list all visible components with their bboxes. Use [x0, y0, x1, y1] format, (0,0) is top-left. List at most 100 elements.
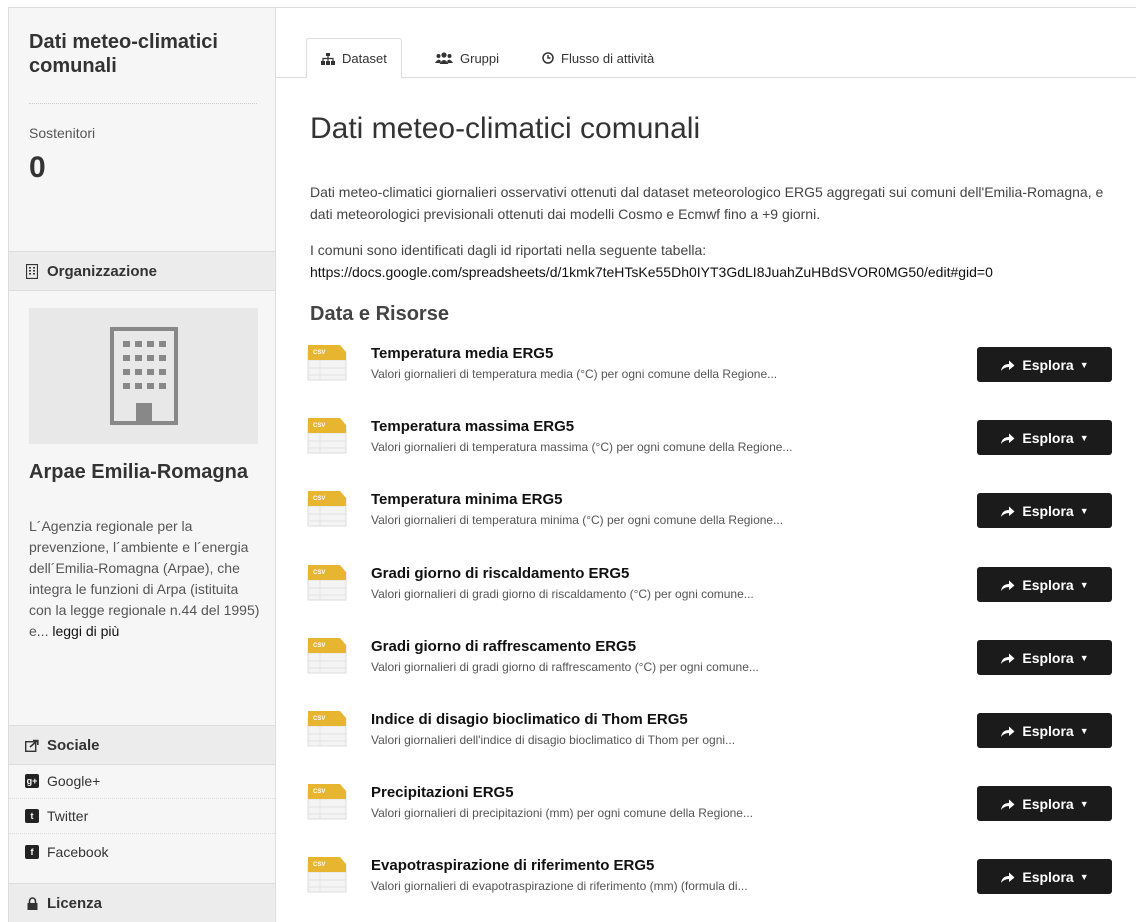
- resource-description: Valori giornalieri di gradi giorno di ri…: [371, 587, 754, 601]
- explore-button-label: Esplora: [1022, 502, 1074, 519]
- resource-item[interactable]: CSV Temperatura minima ERG5 Valori giornal…: [306, 488, 1114, 548]
- tab-activity-stream-label: Flusso di attività: [561, 50, 655, 66]
- explore-button[interactable]: Esplora ▼: [977, 786, 1112, 821]
- csv-file-icon: CSV: [307, 711, 347, 747]
- resource-description: Valori giornalieri di gradi giorno di ra…: [371, 660, 759, 674]
- csv-file-icon-label: CSV: [313, 350, 325, 356]
- csv-file-icon: CSV: [307, 418, 347, 454]
- organization-name[interactable]: Arpae Emilia-Romagna: [29, 460, 259, 485]
- caret-down-icon: ▼: [1079, 505, 1089, 516]
- caret-down-icon: ▼: [1079, 579, 1089, 590]
- dataset-description-ids: I comuni sono identificati dagli id ripo…: [310, 239, 1130, 283]
- organization-heading-label: Organizzazione: [47, 262, 158, 280]
- csv-file-icon-label: CSV: [313, 789, 325, 795]
- caret-down-icon: ▼: [1079, 432, 1089, 443]
- explore-button-label: Esplora: [1022, 722, 1074, 739]
- resource-title[interactable]: Temperatura massima ERG5: [371, 418, 574, 435]
- caret-down-icon: ▼: [1079, 725, 1089, 736]
- building-icon: [25, 263, 39, 279]
- csv-file-icon: CSV: [307, 345, 347, 381]
- csv-file-icon: CSV: [307, 857, 347, 893]
- resource-title[interactable]: Indice di disagio bioclimatico di Thom E…: [371, 711, 688, 728]
- share-arrow-icon: [1000, 652, 1015, 664]
- csv-file-icon-label: CSV: [313, 496, 325, 502]
- tab-gruppi-label: Gruppi: [460, 50, 500, 66]
- resource-title[interactable]: Gradi giorno di riscaldamento ERG5: [371, 565, 629, 582]
- share-arrow-icon: [1000, 725, 1015, 737]
- resource-title[interactable]: Gradi giorno di raffrescamento ERG5: [371, 638, 636, 655]
- lock-icon: [25, 896, 39, 910]
- tab-dataset[interactable]: Dataset: [306, 38, 402, 79]
- page: Dati meteo-climatici comunali Sostenitor…: [0, 0, 1136, 922]
- caret-down-icon: ▼: [1079, 652, 1089, 663]
- explore-button[interactable]: Esplora ▼: [977, 567, 1112, 602]
- explore-button[interactable]: Esplora ▼: [977, 493, 1112, 528]
- share-arrow-icon: [1000, 505, 1015, 517]
- resource-title[interactable]: Evapotraspirazione di riferimento ERG5: [371, 857, 654, 874]
- resource-title[interactable]: Temperatura minima ERG5: [371, 491, 562, 508]
- resource-item[interactable]: CSV Temperatura massima ERG5 Valori giorna…: [306, 415, 1114, 475]
- google-plus-icon: g+: [25, 774, 39, 788]
- social-facebook[interactable]: f Facebook: [9, 834, 275, 869]
- resources-heading: Data e Risorse: [310, 303, 449, 325]
- resource-item[interactable]: CSV Precipitazioni ERG5 Valori giornalieri…: [306, 781, 1114, 841]
- social-google-plus-label: Google+: [47, 773, 101, 789]
- facebook-icon: f: [25, 844, 39, 859]
- resource-item[interactable]: CSV Indice di disagio bioclimatico di Tho…: [306, 708, 1114, 768]
- social-heading-label: Sociale: [47, 736, 100, 754]
- explore-button-label: Esplora: [1022, 649, 1074, 666]
- caret-down-icon: ▼: [1079, 359, 1089, 370]
- resource-item[interactable]: CSV Temperatura media ERG5 Valori giornali…: [306, 342, 1114, 402]
- csv-file-icon-label: CSV: [313, 716, 325, 722]
- explore-button-label: Esplora: [1022, 576, 1074, 593]
- share-arrow-icon: [1000, 798, 1015, 810]
- caret-down-icon: ▼: [1079, 871, 1089, 882]
- resource-item[interactable]: CSV Gradi giorno di raffrescamento ERG5 Va…: [306, 635, 1114, 695]
- building-placeholder-icon: [109, 327, 178, 425]
- sidebar-divider: [29, 103, 257, 104]
- explore-button[interactable]: Esplora ▼: [977, 859, 1112, 894]
- sidebar: Dati meteo-climatici comunali Sostenitor…: [8, 8, 276, 922]
- csv-file-icon-label: CSV: [313, 423, 325, 429]
- followers-label: Sostenitori: [29, 125, 96, 141]
- resource-item[interactable]: CSV Gradi giorno di riscaldamento ERG5 Val…: [306, 562, 1114, 622]
- resource-item[interactable]: CSV Evapotraspirazione di riferimento ERG…: [306, 854, 1114, 914]
- resource-title[interactable]: Precipitazioni ERG5: [371, 784, 514, 801]
- explore-button-label: Esplora: [1022, 429, 1074, 446]
- explore-button[interactable]: Esplora ▼: [977, 347, 1112, 382]
- clock-icon: [542, 52, 554, 64]
- explore-button[interactable]: Esplora ▼: [977, 713, 1112, 748]
- explore-button-label: Esplora: [1022, 795, 1074, 812]
- explore-button[interactable]: Esplora ▼: [977, 420, 1112, 455]
- csv-file-icon: CSV: [307, 565, 347, 601]
- sidebar-title: Dati meteo-climatici comunali: [29, 31, 218, 77]
- resource-description: Valori giornalieri di temperatura minima…: [371, 513, 784, 527]
- social-twitter[interactable]: t Twitter: [9, 799, 275, 834]
- twitter-icon: t: [25, 809, 39, 823]
- read-more-link[interactable]: leggi di più: [52, 623, 119, 639]
- csv-file-icon-label: CSV: [313, 643, 325, 649]
- spreadsheet-link[interactable]: https://docs.google.com/spreadsheets/d/1…: [310, 261, 1130, 283]
- csv-file-icon: CSV: [307, 638, 347, 674]
- csv-file-icon: CSV: [307, 784, 347, 820]
- license-heading: Licenza: [9, 883, 275, 922]
- organization-description: L´Agenzia regionale per la prevenzione, …: [29, 516, 263, 642]
- dataset-description: Dati meteo-climatici giornalieri osserva…: [310, 184, 1104, 222]
- organization-image[interactable]: [29, 308, 258, 444]
- resource-description: Valori giornalieri di precipitazioni (mm…: [371, 806, 753, 820]
- social-facebook-label: Facebook: [47, 843, 109, 860]
- organization-heading: Organizzazione: [9, 251, 275, 291]
- tab-gruppi[interactable]: Gruppi: [421, 38, 513, 78]
- resource-title[interactable]: Temperatura media ERG5: [371, 345, 553, 362]
- social-google-plus[interactable]: g+ Google+: [9, 764, 275, 799]
- share-arrow-icon: [1000, 359, 1015, 371]
- csv-file-icon: CSV: [307, 491, 347, 527]
- resource-description: Valori giornalieri di evapotraspirazione…: [371, 879, 748, 893]
- csv-file-icon-label: CSV: [313, 570, 325, 576]
- explore-button[interactable]: Esplora ▼: [977, 640, 1112, 675]
- organization-description-text: L´Agenzia regionale per la prevenzione, …: [29, 518, 260, 639]
- license-heading-label: Licenza: [47, 894, 103, 912]
- page-title: Dati meteo-climatici comunali: [310, 112, 701, 145]
- share-arrow-icon: [1000, 579, 1015, 591]
- tab-activity-stream[interactable]: Flusso di attività: [528, 38, 668, 78]
